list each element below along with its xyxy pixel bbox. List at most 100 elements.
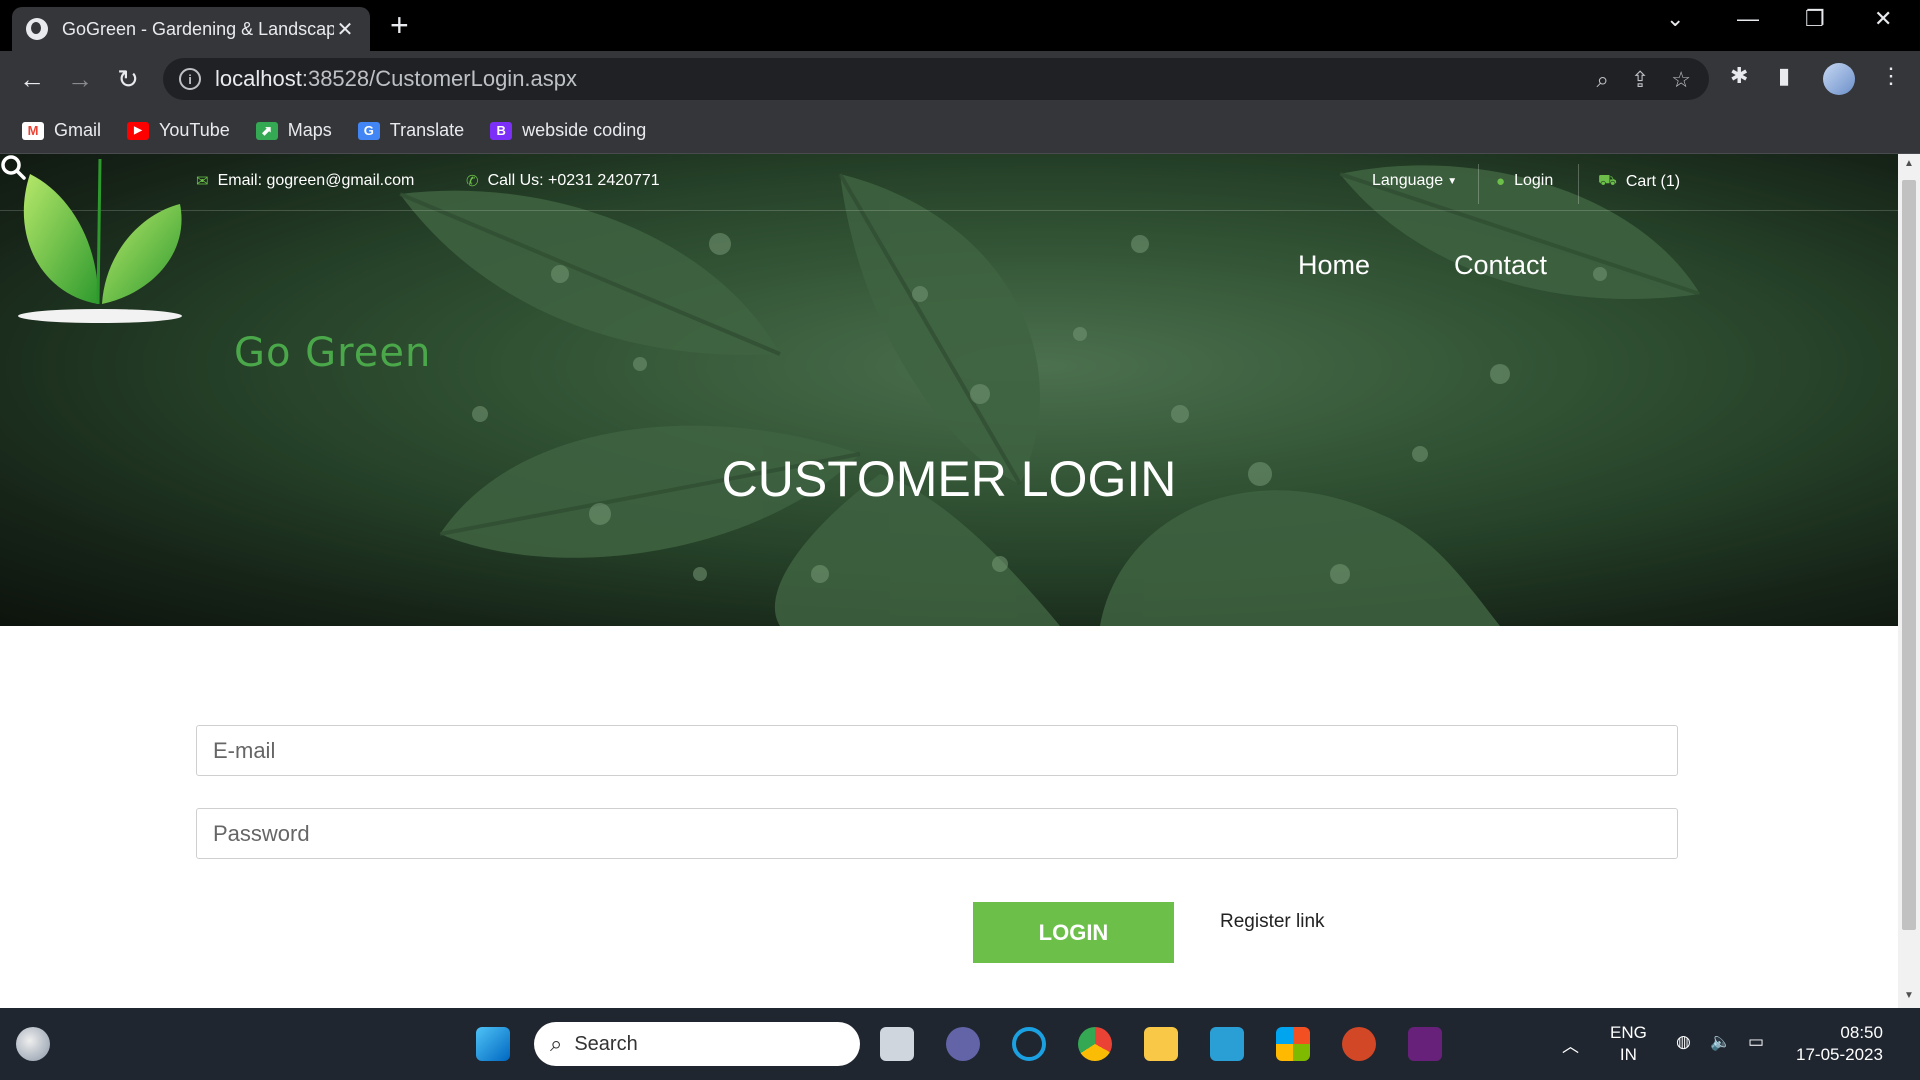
topbar-divider bbox=[1478, 164, 1479, 204]
topbar-divider bbox=[1578, 164, 1579, 204]
globe-icon bbox=[26, 18, 48, 40]
clock-date: 17-05-2023 bbox=[1796, 1045, 1883, 1064]
translate-icon: G bbox=[357, 121, 380, 140]
scroll-down-icon[interactable]: ▼ bbox=[1904, 990, 1914, 1001]
language-label: Language bbox=[1372, 172, 1444, 189]
battery-icon[interactable]: ▭ bbox=[1748, 1032, 1764, 1052]
clock[interactable]: 08:50 17-05-2023 bbox=[1796, 1022, 1883, 1066]
teams-chat-icon[interactable] bbox=[946, 1027, 980, 1061]
topbar-email: ✉ Email: gogreen@gmail.com bbox=[196, 172, 414, 190]
lang-code: ENG bbox=[1610, 1023, 1647, 1042]
visual-studio-icon[interactable] bbox=[1408, 1027, 1442, 1061]
clock-time: 08:50 bbox=[1840, 1023, 1883, 1042]
network-icon[interactable]: ◍ bbox=[1676, 1032, 1691, 1052]
bookmark-label: Translate bbox=[389, 120, 465, 140]
hero-banner: ✉ Email: gogreen@gmail.com ✆ Call Us: +0… bbox=[0, 154, 1898, 626]
nav-home[interactable]: Home bbox=[1298, 250, 1370, 281]
bookmark-maps[interactable]: ⬈ Maps bbox=[255, 120, 332, 141]
microsoft-store-icon[interactable] bbox=[1276, 1027, 1310, 1061]
cortana-icon[interactable] bbox=[1012, 1027, 1046, 1061]
powerpoint-icon[interactable] bbox=[1342, 1027, 1376, 1061]
email-field[interactable] bbox=[196, 725, 1678, 776]
address-bar[interactable]: i localhost :38528/CustomerLogin.aspx ⌕ … bbox=[163, 58, 1709, 100]
page-scrollbar[interactable]: ▲ ▼ bbox=[1898, 154, 1920, 1008]
bookmark-star-icon[interactable]: ☆ bbox=[1671, 67, 1691, 93]
nav-contact[interactable]: Contact bbox=[1454, 250, 1547, 281]
back-arrow-icon[interactable]: ← bbox=[14, 61, 50, 97]
topbar-phone: ✆ Call Us: +0231 2420771 bbox=[466, 172, 660, 190]
login-button[interactable]: LOGIN bbox=[973, 902, 1174, 963]
bookmark-label: Maps bbox=[287, 120, 332, 140]
bookmark-label: YouTube bbox=[159, 120, 230, 140]
tab-title: GoGreen - Gardening & Landscaping bbox=[62, 18, 334, 39]
new-tab-button[interactable]: + bbox=[390, 9, 409, 41]
reload-icon[interactable]: ↻ bbox=[110, 61, 146, 97]
url-path: :38528/CustomerLogin.aspx bbox=[301, 66, 578, 91]
bookmarks-bar: M Gmail ▶ YouTube ⬈ Maps G Translate B w… bbox=[0, 108, 1920, 154]
caret-down-icon: ▼ bbox=[1447, 175, 1458, 187]
side-panel-icon[interactable]: ▮ bbox=[1778, 63, 1790, 89]
site-info-icon[interactable]: i bbox=[179, 68, 201, 90]
taskbar-search[interactable]: ⌕ Search bbox=[534, 1022, 860, 1066]
youtube-icon: ▶ bbox=[127, 121, 150, 140]
forward-arrow-icon[interactable]: → bbox=[62, 61, 98, 97]
gogreen-logo[interactable] bbox=[0, 154, 200, 374]
zoom-icon[interactable]: ⌕ bbox=[1597, 67, 1609, 93]
show-hidden-icons[interactable]: ︿ bbox=[1562, 1032, 1579, 1057]
bookmark-youtube[interactable]: ▶ YouTube bbox=[127, 120, 230, 141]
cart-icon: ⛟ bbox=[1598, 172, 1617, 189]
windows-taskbar: ⌕ Search ︿ ENG IN ◍ 🔈 ▭ 08:50 17-05-2023 bbox=[0, 1008, 1920, 1080]
scroll-up-icon[interactable]: ▲ bbox=[1904, 158, 1914, 169]
weather-icon[interactable] bbox=[16, 1027, 50, 1061]
extensions-icon[interactable]: ✱ bbox=[1730, 63, 1748, 89]
bookmark-label: webside coding bbox=[522, 120, 647, 140]
profile-avatar[interactable] bbox=[1823, 63, 1855, 95]
search-icon: ⌕ bbox=[550, 1031, 563, 1056]
windows-start-icon[interactable] bbox=[476, 1027, 510, 1061]
restore-icon[interactable]: ❐ bbox=[1805, 6, 1825, 32]
myhp-icon[interactable] bbox=[1210, 1027, 1244, 1061]
minimize-icon[interactable]: — bbox=[1737, 6, 1759, 32]
user-icon: ● bbox=[1496, 172, 1506, 190]
search-icon[interactable] bbox=[0, 154, 26, 180]
language-dropdown[interactable]: Language ▼ bbox=[1372, 172, 1457, 190]
lang-region: IN bbox=[1619, 1045, 1637, 1064]
file-explorer-icon[interactable] bbox=[1144, 1027, 1178, 1061]
password-field[interactable] bbox=[196, 808, 1678, 859]
tab-close-icon[interactable]: ✕ bbox=[334, 17, 356, 42]
logo-text: Go Green bbox=[234, 330, 432, 376]
hero-overlay bbox=[0, 154, 1898, 626]
page-title: CUSTOMER LOGIN bbox=[721, 451, 1177, 507]
window-close-icon[interactable]: ✕ bbox=[1874, 6, 1892, 32]
task-view-icon[interactable] bbox=[880, 1027, 914, 1061]
bookmark-translate[interactable]: G Translate bbox=[357, 120, 465, 141]
topbar-cart-link[interactable]: ⛟ Cart (1) bbox=[1598, 172, 1680, 191]
maps-icon: ⬈ bbox=[255, 121, 278, 140]
browser-toolbar: ← → ↻ i localhost :38528/CustomerLogin.a… bbox=[0, 51, 1920, 108]
url-host: localhost bbox=[215, 66, 302, 91]
cart-label: Cart (1) bbox=[1625, 172, 1681, 190]
bookmark-label: Gmail bbox=[54, 120, 102, 140]
bookmark-webside-coding[interactable]: B webside coding bbox=[490, 120, 646, 141]
register-link[interactable]: Register link bbox=[1220, 911, 1325, 933]
volume-icon[interactable]: 🔈 bbox=[1710, 1032, 1731, 1052]
share-icon[interactable]: ⇪ bbox=[1631, 67, 1649, 93]
phone-icon: ✆ bbox=[466, 173, 479, 190]
tab-strip: GoGreen - Gardening & Landscaping ✕ + ⌄ … bbox=[0, 0, 1920, 51]
chrome-icon[interactable] bbox=[1078, 1027, 1112, 1061]
web-page: ✉ Email: gogreen@gmail.com ✆ Call Us: +0… bbox=[0, 154, 1898, 1008]
bookmark-gmail[interactable]: M Gmail bbox=[22, 120, 101, 141]
tab-search-icon[interactable]: ⌄ bbox=[1666, 6, 1684, 32]
language-indicator[interactable]: ENG IN bbox=[1610, 1022, 1647, 1066]
site-topbar: ✉ Email: gogreen@gmail.com ✆ Call Us: +0… bbox=[0, 154, 1898, 211]
gmail-icon: M bbox=[22, 121, 44, 140]
topbar-login-link[interactable]: ● Login bbox=[1496, 172, 1553, 190]
taskbar-search-label: Search bbox=[574, 1032, 638, 1055]
login-link-label: Login bbox=[1514, 172, 1554, 189]
menu-icon[interactable]: ⋮ bbox=[1880, 63, 1902, 89]
browser-tab[interactable]: GoGreen - Gardening & Landscaping ✕ bbox=[12, 7, 370, 51]
bootstrap-icon: B bbox=[490, 121, 513, 140]
phone-text: Call Us: +0231 2420771 bbox=[487, 172, 660, 189]
scrollbar-thumb[interactable] bbox=[1902, 180, 1916, 930]
email-text: Email: gogreen@gmail.com bbox=[217, 172, 415, 189]
